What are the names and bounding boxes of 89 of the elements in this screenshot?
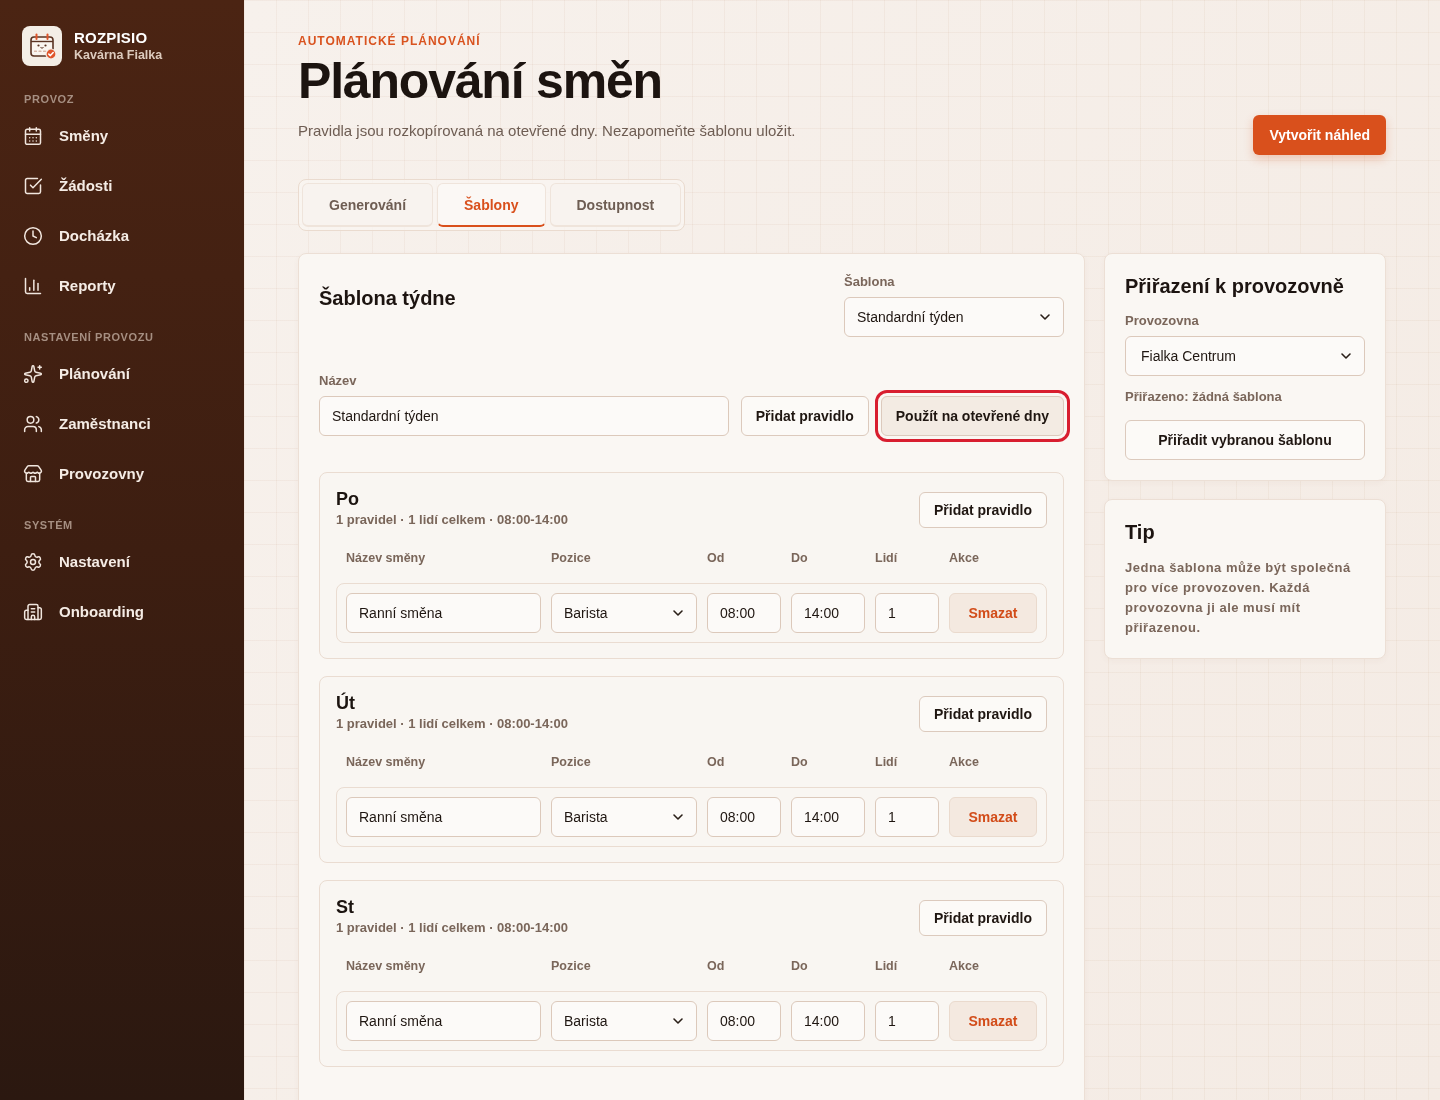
day-summary: 1 pravidel · 1 lidí celkem · 08:00-14:00 bbox=[336, 919, 568, 937]
column-header: Do bbox=[791, 550, 809, 566]
column-header: Od bbox=[707, 958, 726, 974]
add-rule-button[interactable]: Přidat pravidlo bbox=[918, 492, 1047, 528]
brand-name: ROZPISIO bbox=[74, 28, 149, 47]
create-preview-button[interactable]: Vytvořit náhled bbox=[1253, 115, 1386, 155]
card-title: Přiřazení k provozovně bbox=[1125, 274, 1345, 299]
bar-chart-icon bbox=[23, 276, 43, 296]
tab[interactable]: Šablony bbox=[437, 183, 546, 227]
column-header: Od bbox=[707, 550, 726, 566]
building-icon bbox=[23, 602, 43, 622]
column-header: Lidí bbox=[875, 550, 899, 566]
day-summary: 1 pravidel · 1 lidí celkem · 08:00-14:00 bbox=[336, 715, 568, 733]
field-label: Provozovna bbox=[1125, 312, 1200, 330]
add-rule-button[interactable]: Přidat pravidlo bbox=[740, 396, 869, 436]
column-header: Akce bbox=[949, 550, 980, 566]
nav-item[interactable]: Plánování bbox=[0, 349, 244, 399]
column-header: Název směny bbox=[346, 958, 427, 974]
tab[interactable]: Dostupnost bbox=[549, 183, 682, 227]
nav-item[interactable]: Docházka bbox=[0, 211, 244, 261]
shift-name-input[interactable]: Ranní směna bbox=[346, 797, 541, 837]
position-select[interactable]: Barista bbox=[551, 797, 697, 837]
nav-section-label: SYSTÉM bbox=[23, 518, 74, 532]
column-header: Od bbox=[707, 754, 726, 770]
column-header: Akce bbox=[949, 958, 980, 974]
add-rule-button[interactable]: Přidat pravidlo bbox=[918, 696, 1047, 732]
sparkles-icon bbox=[23, 364, 43, 384]
position-select[interactable]: Barista bbox=[551, 593, 697, 633]
end-time-input[interactable]: 14:00 bbox=[791, 593, 865, 633]
column-header: Do bbox=[791, 958, 809, 974]
delete-button[interactable]: Smazat bbox=[949, 593, 1037, 633]
checkbox-icon bbox=[23, 176, 43, 196]
position-select[interactable]: Barista bbox=[551, 1001, 697, 1041]
nav-item[interactable]: Žádosti bbox=[0, 161, 244, 211]
nav-section-label: NASTAVENÍ PROVOZU bbox=[23, 330, 155, 344]
card-title: Šablona týdne bbox=[319, 285, 456, 311]
nav-item[interactable]: Nastavení bbox=[0, 537, 244, 587]
nav-item[interactable]: Onboarding bbox=[0, 587, 244, 637]
tab[interactable]: Generování bbox=[302, 183, 434, 227]
start-time-input[interactable]: 08:00 bbox=[707, 1001, 781, 1041]
calendar-icon bbox=[23, 126, 43, 146]
column-header: Akce bbox=[949, 754, 980, 770]
page-eyebrow: AUTOMATICKÉ PLÁNOVÁNÍ bbox=[298, 33, 481, 49]
column-header: Lidí bbox=[875, 754, 899, 770]
day-summary: 1 pravidel · 1 lidí celkem · 08:00-14:00 bbox=[336, 511, 568, 529]
brand-subtitle: Kavárna Fialka bbox=[74, 47, 163, 64]
assignment-status: Přiřazeno: žádná šablona bbox=[1125, 388, 1283, 406]
people-input[interactable]: 1 bbox=[875, 797, 939, 837]
end-time-input[interactable]: 14:00 bbox=[791, 797, 865, 837]
delete-button[interactable]: Smazat bbox=[949, 797, 1037, 837]
page-title: Plánování směn bbox=[298, 53, 662, 109]
shift-name-input[interactable]: Ranní směna bbox=[346, 1001, 541, 1041]
settings-icon bbox=[23, 552, 43, 572]
column-header: Pozice bbox=[551, 754, 592, 770]
column-header: Název směny bbox=[346, 550, 427, 566]
column-header: Pozice bbox=[551, 550, 592, 566]
name-input[interactable]: Standardní týden bbox=[319, 396, 729, 436]
users-icon bbox=[23, 414, 43, 434]
template-select[interactable]: Standardní týden bbox=[844, 297, 1064, 337]
nav-item[interactable]: Provozovny bbox=[0, 449, 244, 499]
start-time-input[interactable]: 08:00 bbox=[707, 593, 781, 633]
delete-button[interactable]: Smazat bbox=[949, 1001, 1037, 1041]
shift-name-input[interactable]: Ranní směna bbox=[346, 593, 541, 633]
assign-template-button[interactable]: Přiřadit vybranou šablonu bbox=[1125, 420, 1365, 460]
logo-icon bbox=[22, 26, 62, 66]
people-input[interactable]: 1 bbox=[875, 1001, 939, 1041]
add-rule-button[interactable]: Přidat pravidlo bbox=[918, 900, 1047, 936]
day-title: Po bbox=[336, 488, 360, 511]
tip-text: Jedna šablona může být společná pro více provozoven. Každá provozovna ji ale musí mít přiřazenou. bbox=[1125, 559, 1352, 637]
venue-select[interactable]: Fialka Centrum bbox=[1125, 336, 1365, 376]
nav-section-label: PROVOZ bbox=[23, 92, 76, 106]
page-subtitle: Pravidla jsou rozkopírovaná na otevřené dny. Nezapomeňte šablonu uložit. bbox=[298, 121, 796, 141]
field-label: Název bbox=[319, 372, 358, 390]
column-header: Pozice bbox=[551, 958, 592, 974]
field-label: Šablona bbox=[844, 273, 896, 291]
end-time-input[interactable]: 14:00 bbox=[791, 1001, 865, 1041]
day-title: Út bbox=[336, 691, 356, 715]
store-icon bbox=[23, 464, 43, 484]
nav-item[interactable]: Reporty bbox=[0, 261, 244, 311]
nav-item[interactable]: Zaměstnanci bbox=[0, 399, 244, 449]
nav-item[interactable]: Směny bbox=[0, 111, 244, 161]
column-header: Název směny bbox=[346, 754, 427, 770]
card-title: Tip bbox=[1125, 520, 1156, 545]
column-header: Lidí bbox=[875, 958, 899, 974]
column-header: Do bbox=[791, 754, 809, 770]
clock-icon bbox=[23, 226, 43, 246]
people-input[interactable]: 1 bbox=[875, 593, 939, 633]
start-time-input[interactable]: 08:00 bbox=[707, 797, 781, 837]
day-title: St bbox=[336, 896, 355, 919]
